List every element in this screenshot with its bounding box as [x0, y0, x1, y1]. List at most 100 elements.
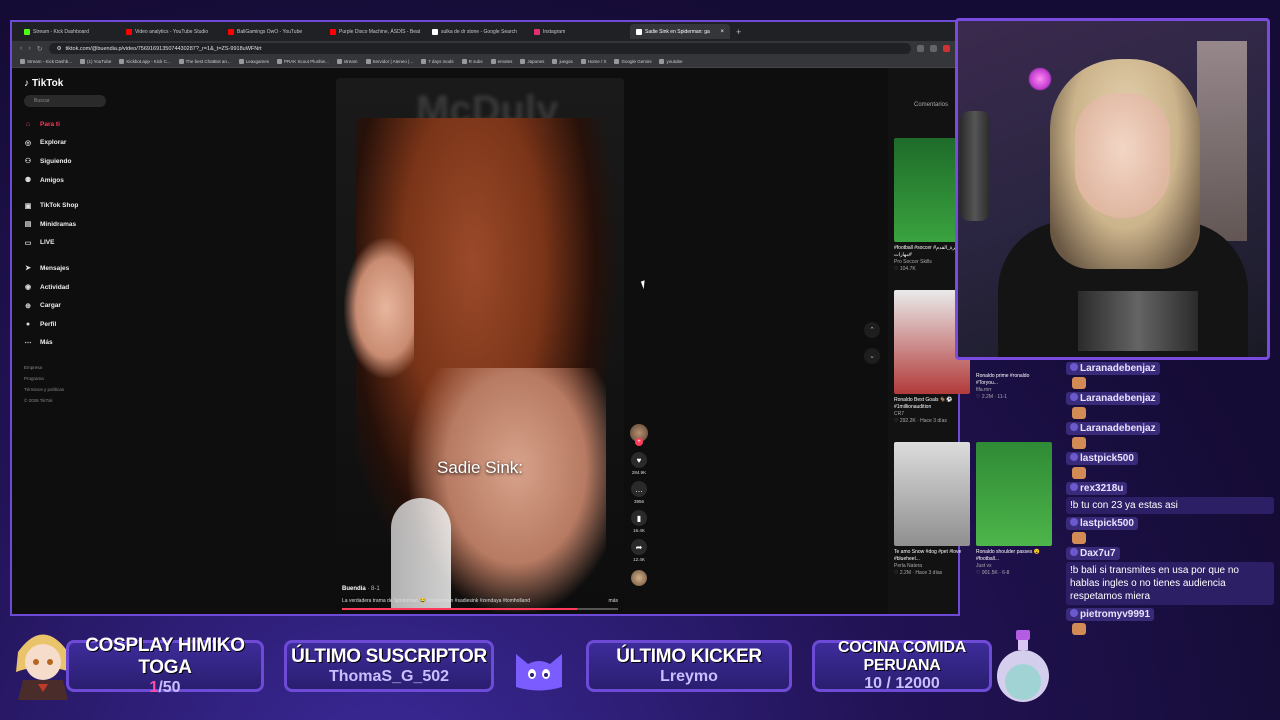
bookmark-icon [421, 59, 427, 64]
author-name[interactable]: Buendía [342, 586, 366, 592]
sidebar-item-siguiendo[interactable]: ⚇ Siguiendo [24, 152, 100, 171]
forward-icon[interactable]: › [28, 45, 30, 52]
bookmark-item[interactable]: Servidor | Ateneo |... [365, 59, 413, 64]
sidebar-item-perfil[interactable]: ● Perfil [24, 315, 100, 334]
goal-cosplay-current: 1 [149, 679, 159, 696]
related-video-card[interactable]: Ronaldo shoulder passes 😮 #football... Ju… [976, 442, 1052, 577]
new-tab-button[interactable]: + [732, 27, 745, 37]
related-video-author[interactable]: Perla Natera [894, 563, 970, 570]
browser-tab[interactable]: sulka de dr stone - Google Search [426, 24, 526, 39]
address-bar[interactable]: ⚙ tiktok.com/@buendia.p/video/7569169135… [48, 43, 911, 54]
chat-username[interactable]: rex3218u [1066, 482, 1128, 495]
bookmark-item[interactable]: PRAK Scout Plushie... [276, 59, 329, 64]
extension-icon[interactable] [930, 45, 937, 52]
like-icon[interactable]: ♥ [631, 452, 647, 468]
sidebar-item-para-ti[interactable]: ⌂ Para ti [24, 115, 100, 134]
bookmark-item[interactable]: Japones [520, 59, 544, 64]
video-author[interactable]: Buendía · 8-1 [342, 586, 380, 592]
footer-link[interactable]: © 2026 TikTok [24, 395, 100, 406]
bookmark-icon [614, 59, 620, 64]
music-disc-icon[interactable] [631, 570, 647, 586]
reload-icon[interactable]: ↻ [37, 45, 43, 53]
chat-username[interactable]: Laranadebenjaz [1066, 392, 1160, 405]
tiktok-logo[interactable]: ♪ TikTok [24, 78, 100, 89]
video-player[interactable]: McDuly Sadie Sink: Buendía · 8-1 La verd… [336, 78, 624, 612]
tiktok-note-icon: ♪ [24, 78, 29, 89]
sidebar-item-m-s[interactable]: ⋯ Más [24, 334, 100, 353]
browser-tab[interactable]: Purple Disco Machine, ÁSDÍS - Beat [324, 24, 424, 39]
creator-avatar[interactable]: + [630, 424, 648, 446]
save-action[interactable]: ▮ 16.4K [631, 510, 647, 533]
chat-username[interactable]: pietromyv9991 [1066, 608, 1155, 621]
share-action[interactable]: ➦ 12.4K [631, 539, 647, 562]
share-icon[interactable]: ➦ [631, 539, 647, 555]
sidebar-item-live[interactable]: ▭ LIVE [24, 234, 100, 253]
chat-username[interactable]: Dax7u7 [1066, 547, 1120, 560]
sidebar-item-tiktok-shop[interactable]: ▣ TikTok Shop [24, 196, 100, 215]
user-badge-icon [1070, 453, 1078, 461]
bookmark-item[interactable]: juegos [552, 59, 573, 64]
profile-extension-icon[interactable] [943, 45, 950, 52]
bookmark-icon [659, 59, 665, 64]
sidebar-item-minidramas[interactable]: ▤ Minidramas [24, 215, 100, 234]
bookmark-item[interactable]: R subs [461, 59, 483, 64]
bookmark-item[interactable]: 7 days mods [421, 59, 454, 64]
related-video-thumbnail[interactable] [976, 442, 1052, 546]
previous-video-button[interactable]: ⌃ [864, 322, 880, 338]
bookmark-label: emotes [497, 59, 513, 64]
bookmark-item[interactable]: emotes [490, 59, 513, 64]
save-icon[interactable]: ▮ [631, 510, 647, 526]
bookmark-item[interactable]: Stream - Kick Dashb... [20, 59, 72, 64]
related-video-thumbnail[interactable] [894, 442, 970, 546]
site-info-icon[interactable]: ⚙ [57, 46, 62, 52]
close-tab-icon[interactable]: × [720, 29, 724, 35]
related-video-author[interactable]: CR7 [894, 411, 970, 418]
bookmark-icon [365, 59, 371, 64]
bookmark-item[interactable]: Leaxgames [238, 59, 269, 64]
browser-tab[interactable]: Video analytics - YouTube Studio [120, 24, 220, 39]
live-chat: Laranadebenjaz Laranadebenjaz Laranadebenj… [1066, 362, 1274, 692]
video-progress-bar[interactable] [342, 608, 618, 610]
bookmark-item[interactable]: (1) YouTube [80, 59, 111, 64]
comments-tab[interactable]: Comentarios [888, 68, 958, 108]
minidrama-icon: ▤ [24, 221, 32, 229]
browser-tab[interactable]: Sadie Sink en Spiderman: ga × [630, 24, 730, 39]
browser-tab[interactable]: Instagram [528, 24, 628, 39]
related-video-card[interactable]: Ronaldo prime #ronaldo #Toryou... fifa.mr… [976, 370, 1052, 401]
bookmark-item[interactable]: Home / X [580, 59, 606, 64]
sidebar-item-cargar[interactable]: ⊕ Cargar [24, 296, 100, 315]
bookmark-item[interactable]: stream [336, 59, 358, 64]
next-video-button[interactable]: ⌄ [864, 348, 880, 364]
extension-icon[interactable] [917, 45, 924, 52]
related-video-author[interactable]: fifa.mrr [976, 387, 1052, 394]
chat-username[interactable]: Laranadebenjaz [1066, 362, 1160, 375]
sidebar-item-mensajes[interactable]: ➤ Mensajes [24, 259, 100, 278]
more-link[interactable]: más [609, 598, 618, 604]
bookmark-item[interactable]: The best ChatBot an... [178, 59, 231, 64]
related-video-author[interactable]: Just vx [976, 563, 1052, 570]
back-icon[interactable]: ‹ [20, 45, 22, 52]
goal-cosplay-title: COSPLAY HIMIKO TOGA [85, 635, 245, 678]
chat-username[interactable]: lastpick500 [1066, 517, 1138, 530]
footer-link[interactable]: Términos y políticas [24, 384, 100, 395]
footer-link[interactable]: Programa [24, 373, 100, 384]
browser-tab[interactable]: BaliGamings OwO - YouTube [222, 24, 322, 39]
sidebar-item-explorar[interactable]: ◎ Explorar [24, 134, 100, 153]
chat-username[interactable]: Laranadebenjaz [1066, 422, 1160, 435]
browser-tab[interactable]: Stream - Kick Dashboard [18, 24, 118, 39]
related-video-caption: Te amo Snow #dog #pet #love #blueheel... [894, 549, 962, 562]
follow-plus-icon[interactable]: + [635, 438, 643, 446]
related-video-card[interactable]: Te amo Snow #dog #pet #love #blueheel...… [894, 442, 970, 577]
comment-icon[interactable]: … [631, 481, 647, 497]
footer-link[interactable]: Empresa [24, 362, 100, 373]
bookmark-item[interactable]: Kickbot.app - Kick C... [119, 59, 171, 64]
sidebar-item-actividad[interactable]: ◉ Actividad [24, 278, 100, 297]
like-action[interactable]: ♥ 284.9K [631, 452, 647, 475]
sidebar-item-amigos[interactable]: ⚉ Amigos [24, 171, 100, 190]
last-kicker-title: ÚLTIMO KICKER [616, 646, 762, 667]
comment-action[interactable]: … 3956 [631, 481, 647, 504]
bookmark-item[interactable]: youtube [659, 59, 683, 64]
bookmark-item[interactable]: Google Gemini [614, 59, 651, 64]
chat-username[interactable]: lastpick500 [1066, 452, 1138, 465]
search-input[interactable]: Buscar [24, 95, 106, 107]
